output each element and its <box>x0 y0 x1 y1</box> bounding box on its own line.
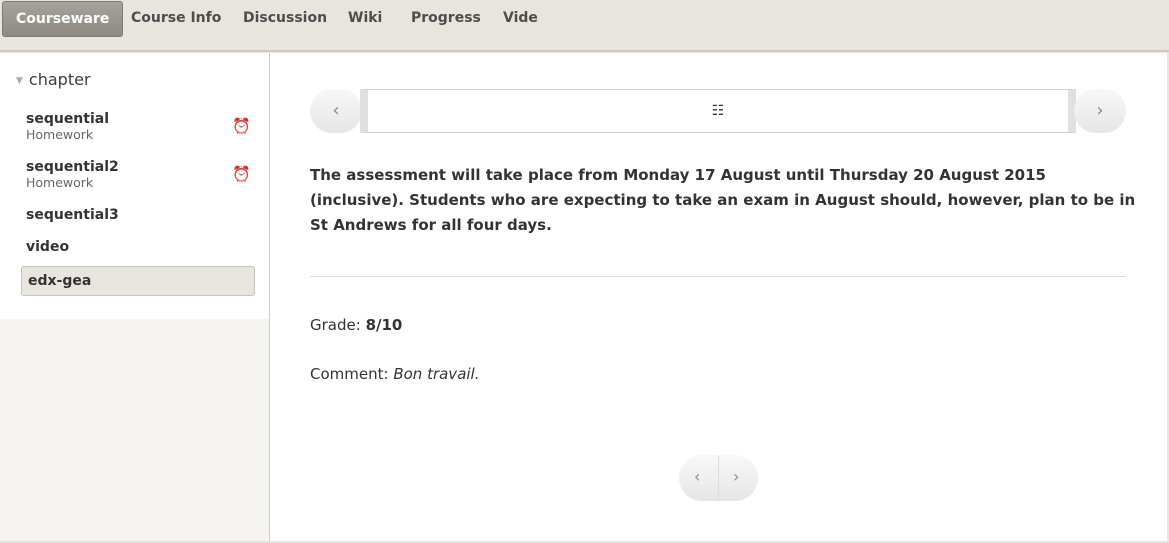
tab-wiki[interactable]: Wiki <box>348 1 382 37</box>
tab-course-info[interactable]: Course Info <box>131 1 221 37</box>
next-button[interactable]: › <box>1074 89 1126 133</box>
course-tabs: Courseware Course Info Discussion Wiki P… <box>0 0 1169 52</box>
alarm-clock-icon: ⏰ <box>232 165 251 183</box>
tab-progress[interactable]: Progress <box>411 1 481 37</box>
sequence-tab[interactable]: ☷ <box>360 89 1076 133</box>
chapter-toggle[interactable]: ▼ chapter <box>16 70 91 89</box>
prev-arrow-icon[interactable]: ‹ <box>694 467 700 486</box>
caret-down-icon: ▼ <box>16 75 23 86</box>
sidebar-item-sequential2[interactable]: sequential2 Homework <box>26 159 119 190</box>
divider <box>310 276 1126 277</box>
prev-button[interactable]: ‹ <box>310 89 362 133</box>
list-icon: ☷ <box>711 103 725 119</box>
comment: Comment: Bon travail. <box>310 365 480 383</box>
grade: Grade: 8/10 <box>310 316 403 334</box>
bottom-pager: ‹ › <box>679 455 758 501</box>
tab-video[interactable]: Vide <box>503 1 538 37</box>
sidebar-item-sequential3[interactable]: sequential3 <box>26 207 119 223</box>
alarm-clock-icon: ⏰ <box>232 117 251 135</box>
tab-courseware[interactable]: Courseware <box>2 1 124 37</box>
tab-discussion[interactable]: Discussion <box>243 1 327 37</box>
sidebar-item-edx-gea[interactable]: edx-gea <box>21 266 255 296</box>
assessment-text: The assessment will take place from Mond… <box>310 166 1136 234</box>
sidebar-item-sequential[interactable]: sequential Homework <box>26 111 109 142</box>
next-arrow-icon[interactable]: › <box>733 467 739 486</box>
sidebar-item-video[interactable]: video <box>26 239 69 255</box>
sequence-nav: ‹ ☷ › <box>310 89 1126 133</box>
